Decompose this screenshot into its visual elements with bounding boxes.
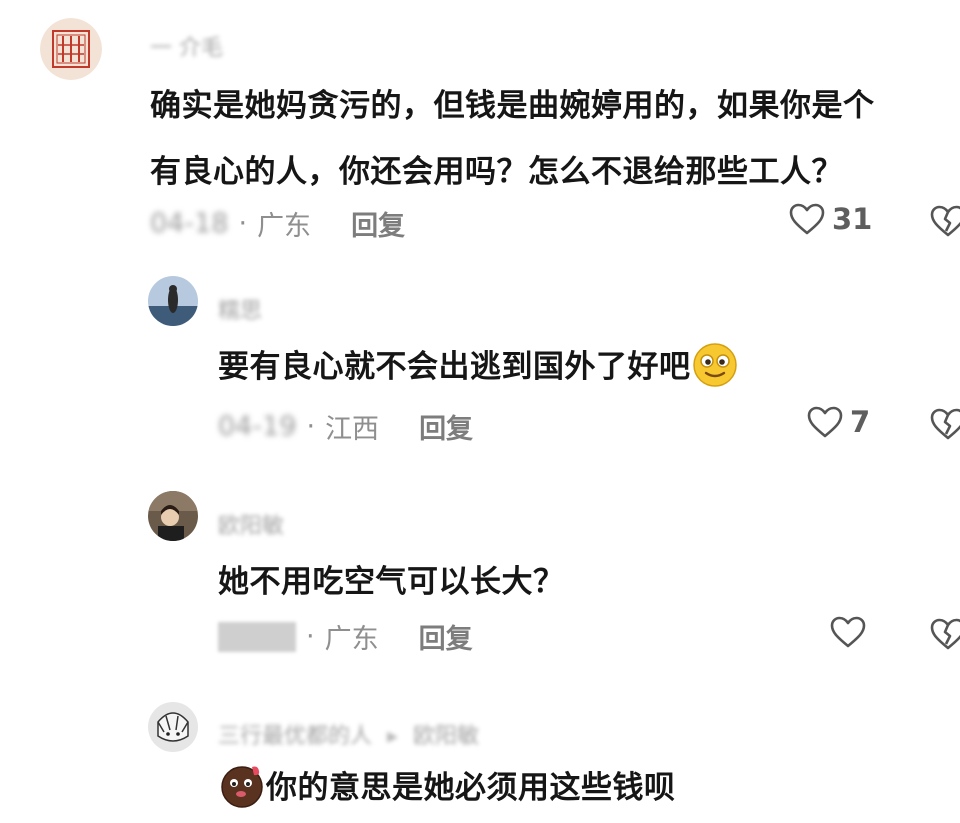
comment-text: 要有良心就不会出逃到国外了好吧 [218,341,739,396]
triangle-right-icon: ▸ [387,724,399,749]
comment-text-body: 你的意思是她必须用这些钱呗 [266,770,676,806]
comment-text-line-1: 确实是她妈贪污的，但钱是曲婉婷用的，如果你是个 [150,88,875,124]
separator-dot: · [238,208,248,239]
avatar[interactable] [40,18,102,80]
separator-dot: · [306,411,316,442]
like-count: 7 [850,405,871,439]
like-count: 31 [832,202,873,236]
separator-dot: · [306,621,315,652]
like-button[interactable] [829,615,873,649]
username[interactable]: 糯思 [218,293,262,325]
reply-to-username[interactable]: 欧阳敏 [413,724,479,749]
comment-text: 她不用吃空气可以长大？ [218,564,565,600]
reply-button[interactable]: 回复 [419,407,473,446]
broken-heart-icon [930,205,960,237]
comment-text-body: 要有良心就不会出逃到国外了好吧 [218,349,691,385]
heart-outline-icon [789,203,825,235]
avatar[interactable] [148,491,198,541]
heart-outline-icon [807,406,843,438]
broken-heart-icon [930,618,960,650]
comment-meta: 04-18 · 广东 回复 [150,204,405,243]
comment-item: 一 介毛 确实是她妈贪污的，但钱是曲婉婷用的，如果你是个 有良心的人，你还会用吗… [0,0,960,255]
comment-text-line-2: 有良心的人，你还会用吗？怎么不退给那些工人？ [150,154,843,190]
reply-button[interactable]: 回复 [419,617,473,656]
comment-location: 江西 [325,414,380,445]
like-button[interactable]: 31 [788,202,872,236]
dislike-button[interactable] [930,617,960,655]
comment-location: 广东 [257,211,312,242]
reply-item: 糯思 要有良心就不会出逃到国外了好吧 04-19 · 江西 回复 7 [0,255,960,455]
cheeky-emoji-icon [218,763,266,817]
avatar[interactable] [148,702,198,752]
comment-meta: 04-19 · 江西 回复 [218,407,473,446]
broken-heart-icon [930,408,960,440]
smiley-emoji-icon [691,342,739,396]
comment-date: 04-18 [150,208,229,239]
reply-item: 三行最优都的人 ▸ 欧阳敏 你的意思是她必须用这些钱呗 [0,690,960,823]
dislike-button[interactable] [930,204,960,242]
heart-outline-icon [830,616,866,648]
username[interactable]: 一 介毛 [150,30,223,62]
username[interactable]: 三行最优都的人 [218,724,372,749]
date-redacted [218,621,296,652]
comment-date: 04-19 [218,411,297,442]
avatar[interactable] [148,276,198,326]
comment-text: 你的意思是她必须用这些钱呗 [218,762,676,817]
username[interactable]: 欧阳敏 [218,508,284,540]
like-button[interactable]: 7 [806,405,870,439]
comment-thread: 一 介毛 确实是她妈贪污的，但钱是曲婉婷用的，如果你是个 有良心的人，你还会用吗… [0,0,960,823]
comment-meta: · 广东 回复 [218,617,473,656]
reply-button[interactable]: 回复 [351,204,405,243]
reply-item: 欧阳敏 她不用吃空气可以长大？ · 广东 回复 [0,470,960,670]
comment-location: 广东 [324,624,379,655]
dislike-button[interactable] [930,407,960,445]
reply-header: 三行最优都的人 ▸ 欧阳敏 [218,718,479,750]
